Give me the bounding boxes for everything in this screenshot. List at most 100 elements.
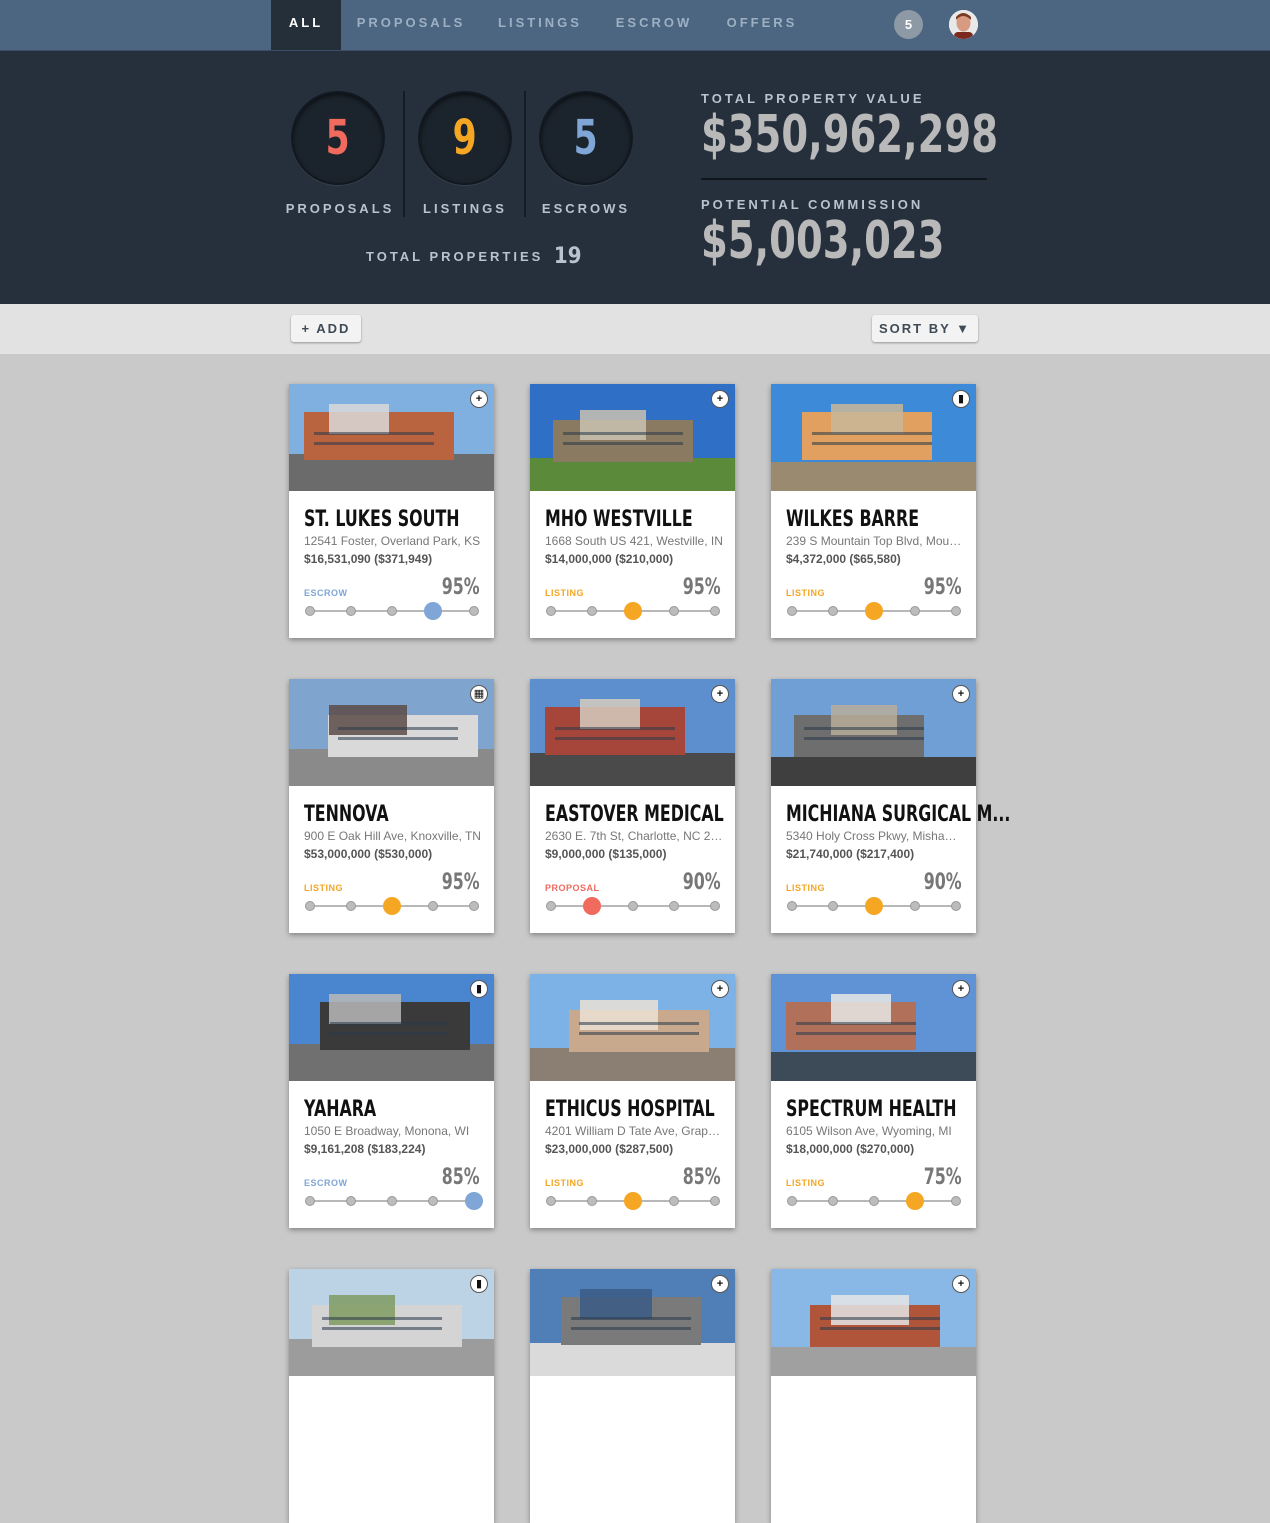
progress-step-4[interactable] xyxy=(669,901,679,911)
progress-step-4[interactable] xyxy=(428,1196,438,1206)
progress-step-2[interactable] xyxy=(346,901,356,911)
progress-step-2[interactable] xyxy=(346,606,356,616)
property-card[interactable]: + xyxy=(530,1269,735,1523)
escrows-count-circle[interactable]: 5 xyxy=(539,91,633,185)
stage-label: LISTING xyxy=(786,1178,825,1188)
property-card[interactable]: ▦ TENNOVA 900 E Oak Hill Ave, Knoxville,… xyxy=(289,679,494,933)
escrows-label: ESCROWS xyxy=(541,201,631,216)
property-type-icon[interactable]: + xyxy=(952,685,970,703)
top-nav: ALL PROPOSALS LISTINGS ESCROW OFFERS 5 xyxy=(0,0,1270,51)
stage-label: ESCROW xyxy=(304,1178,348,1188)
progress-step-4[interactable] xyxy=(906,1192,924,1210)
property-type-icon[interactable]: + xyxy=(711,980,729,998)
sort-by-button[interactable]: SORT BY ▼ xyxy=(872,315,978,342)
property-type-icon[interactable]: ▮ xyxy=(952,390,970,408)
progress-step-3[interactable] xyxy=(383,897,401,915)
property-type-icon[interactable]: + xyxy=(470,390,488,408)
property-photo xyxy=(289,384,494,491)
tab-proposals[interactable]: PROPOSALS xyxy=(351,0,471,50)
property-price: $9,161,208 ($183,224) xyxy=(304,1142,426,1156)
progress-step-5[interactable] xyxy=(710,606,720,616)
progress-step-2[interactable] xyxy=(828,606,838,616)
progress-step-1[interactable] xyxy=(305,606,315,616)
progress-step-4[interactable] xyxy=(910,901,920,911)
tab-all[interactable]: ALL xyxy=(271,0,341,50)
property-card[interactable]: + ETHICUS HOSPITAL 4201 William D Tate A… xyxy=(530,974,735,1228)
property-type-icon[interactable]: + xyxy=(711,390,729,408)
property-card[interactable]: ▮ WILKES BARRE 239 S Mountain Top Blvd, … xyxy=(771,384,976,638)
progress-step-4[interactable] xyxy=(669,606,679,616)
proposals-count: 5 xyxy=(325,110,351,166)
property-price: $14,000,000 ($210,000) xyxy=(545,552,674,566)
property-type-icon[interactable]: ▮ xyxy=(470,1275,488,1293)
property-card[interactable]: + MHO WESTVILLE 1668 South US 421, Westv… xyxy=(530,384,735,638)
progress-step-5[interactable] xyxy=(951,901,961,911)
progress-step-2[interactable] xyxy=(346,1196,356,1206)
avatar[interactable] xyxy=(949,10,978,39)
progress-step-2[interactable] xyxy=(828,901,838,911)
stage-label: LISTING xyxy=(545,588,584,598)
progress-step-1[interactable] xyxy=(787,901,797,911)
progress-step-3[interactable] xyxy=(387,606,397,616)
property-card[interactable]: + xyxy=(771,1269,976,1523)
property-type-icon[interactable]: + xyxy=(952,980,970,998)
property-card[interactable]: + ST. LUKES SOUTH 12541 Foster, Overland… xyxy=(289,384,494,638)
progress-step-5[interactable] xyxy=(469,606,479,616)
tab-escrow[interactable]: ESCROW xyxy=(608,0,700,50)
progress-step-4[interactable] xyxy=(424,602,442,620)
progress-step-1[interactable] xyxy=(546,1196,556,1206)
property-type-icon[interactable]: ▮ xyxy=(470,980,488,998)
progress-step-1[interactable] xyxy=(546,901,556,911)
property-photo xyxy=(771,1269,976,1376)
progress-percent: 75% xyxy=(924,1165,962,1190)
progress-step-5[interactable] xyxy=(469,901,479,911)
progress-step-1[interactable] xyxy=(787,1196,797,1206)
progress-step-3[interactable] xyxy=(624,602,642,620)
progress-step-3[interactable] xyxy=(628,901,638,911)
total-properties-value: 19 xyxy=(553,244,582,269)
progress-step-3[interactable] xyxy=(865,897,883,915)
property-type-icon[interactable]: ▦ xyxy=(470,685,488,703)
property-type-icon[interactable]: + xyxy=(711,1275,729,1293)
progress-step-5[interactable] xyxy=(951,606,961,616)
progress-step-2[interactable] xyxy=(587,606,597,616)
property-card[interactable]: ▮ YAHARA 1050 E Broadway, Monona, WI $9,… xyxy=(289,974,494,1228)
property-type-icon[interactable]: + xyxy=(711,685,729,703)
progress-step-5[interactable] xyxy=(710,901,720,911)
property-card[interactable]: + MICHIANA SURGICAL M... 5340 Holy Cross… xyxy=(771,679,1010,933)
progress-step-1[interactable] xyxy=(787,606,797,616)
proposals-count-circle[interactable]: 5 xyxy=(291,91,385,185)
property-price: $16,531,090 ($371,949) xyxy=(304,552,433,566)
tab-offers[interactable]: OFFERS xyxy=(720,0,804,50)
add-button[interactable]: + ADD xyxy=(291,315,361,342)
progress-step-1[interactable] xyxy=(305,901,315,911)
listings-count-circle[interactable]: 9 xyxy=(418,91,512,185)
property-title: ST. LUKES SOUTH xyxy=(304,507,460,532)
progress-step-5[interactable] xyxy=(951,1196,961,1206)
progress-step-5[interactable] xyxy=(710,1196,720,1206)
property-type-icon[interactable]: + xyxy=(952,1275,970,1293)
divider xyxy=(403,91,405,217)
progress-step-2[interactable] xyxy=(587,1196,597,1206)
tab-listings[interactable]: LISTINGS xyxy=(491,0,589,50)
total-properties-label: TOTAL PROPERTIES xyxy=(366,249,544,264)
progress-step-5[interactable] xyxy=(465,1192,483,1210)
progress-step-4[interactable] xyxy=(428,901,438,911)
property-card[interactable]: + EASTOVER MEDICAL 2630 E. 7th St, Charl… xyxy=(530,679,735,933)
progress-step-1[interactable] xyxy=(546,606,556,616)
notification-badge[interactable]: 5 xyxy=(894,10,923,39)
property-card[interactable]: + SPECTRUM HEALTH 6105 Wilson Ave, Wyomi… xyxy=(771,974,976,1228)
progress-step-3[interactable] xyxy=(869,1196,879,1206)
progress-step-2[interactable] xyxy=(583,897,601,915)
progress-step-3[interactable] xyxy=(865,602,883,620)
progress-step-3[interactable] xyxy=(624,1192,642,1210)
progress-step-2[interactable] xyxy=(828,1196,838,1206)
progress-step-3[interactable] xyxy=(387,1196,397,1206)
listings-count: 9 xyxy=(452,110,478,166)
property-card[interactable]: ▮ xyxy=(289,1269,494,1523)
progress-step-4[interactable] xyxy=(669,1196,679,1206)
property-photo xyxy=(289,679,494,786)
progress-step-4[interactable] xyxy=(910,606,920,616)
progress-step-1[interactable] xyxy=(305,1196,315,1206)
property-address: 12541 Foster, Overland Park, KS xyxy=(304,534,481,548)
